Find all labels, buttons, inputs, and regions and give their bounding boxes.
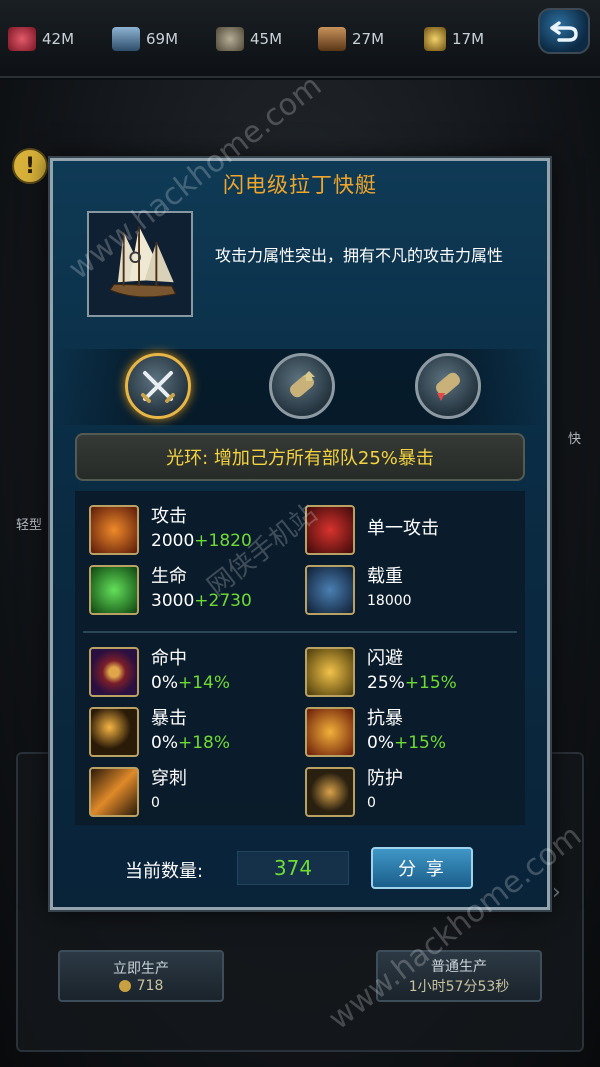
stat-load-base: 18000 <box>367 593 412 609</box>
stat-accuracy-name: 命中 <box>151 648 187 669</box>
attack-icon <box>89 505 139 555</box>
stat-critical-bonus: +18% <box>177 733 231 753</box>
stat-dodge-bonus: +15% <box>404 673 457 693</box>
stat-crit-resist-bonus: +15% <box>393 733 447 753</box>
stat-protection-name: 防护 <box>367 768 403 789</box>
single-attack-icon <box>305 505 355 555</box>
stat-load-name: 载重 <box>367 566 403 587</box>
stat-health: 生命 3000+2730 <box>89 565 252 615</box>
resource-wood-value: 27M <box>352 30 385 48</box>
stat-single-attack-name: 单一攻击 <box>367 518 439 539</box>
stat-single-attack: 单一攻击 <box>305 505 439 555</box>
count-label: 当前数量: <box>125 861 204 882</box>
resource-stone-value: 45M <box>250 30 283 48</box>
stat-critical-name: 暴击 <box>151 708 187 729</box>
ship-description: 攻击力属性突出，拥有不凡的攻击力属性 <box>215 246 504 265</box>
aura-banner: 光环: 增加己方所有部队25%暴击 <box>75 433 525 481</box>
scroll-up-icon <box>289 371 315 398</box>
stat-health-bonus: +2730 <box>194 591 252 611</box>
chevron-right-icon[interactable]: › <box>552 880 572 908</box>
stat-health-base: 3000 <box>151 591 195 611</box>
tab-downgrade[interactable] <box>415 353 481 419</box>
warning-icon[interactable]: ! <box>12 148 48 184</box>
crit-resist-icon <box>305 707 355 757</box>
resource-ruby: 42M <box>8 26 74 52</box>
tab-attributes[interactable] <box>125 353 191 419</box>
stat-pierce: 穿刺 0 <box>89 767 187 817</box>
normal-produce-button[interactable]: 普通生产 1小时57分53秒 <box>376 950 542 1002</box>
steel-icon <box>112 27 140 51</box>
instant-produce-label: 立即生产 <box>113 961 169 977</box>
coin-icon <box>118 980 131 992</box>
scroll-down-icon <box>435 372 461 401</box>
stat-accuracy-base: 0% <box>151 673 178 693</box>
gold-figure-icon <box>424 27 446 51</box>
stat-dodge: 闪避 25%+15% <box>305 647 457 697</box>
dodge-icon <box>305 647 355 697</box>
stat-accuracy-bonus: +14% <box>177 673 231 693</box>
stat-load: 载重 18000 <box>305 565 412 615</box>
stats-panel: 攻击 2000+1820 单一攻击 生命 3000+2730 载重 18000 <box>75 491 525 825</box>
resource-ruby-value: 42M <box>42 30 75 48</box>
ship-portrait <box>87 211 193 317</box>
stat-critical: 暴击 0%+18% <box>89 707 230 757</box>
stat-crit-resist-name: 抗暴 <box>367 708 403 729</box>
health-icon <box>89 565 139 615</box>
count-value: 374 <box>237 851 349 885</box>
accuracy-icon <box>89 647 139 697</box>
stat-pierce-name: 穿刺 <box>151 768 187 789</box>
bg-label-fast: 快 <box>568 432 582 447</box>
instant-produce-cost: 718 <box>136 978 164 994</box>
stat-attack-name: 攻击 <box>151 506 187 527</box>
instant-produce-button[interactable]: 立即生产 718 <box>58 950 224 1002</box>
tab-upgrade[interactable] <box>269 353 335 419</box>
stat-dodge-base: 25% <box>367 673 405 693</box>
resource-bar: 42M 69M 45M 27M 17M <box>0 0 600 78</box>
crossed-swords-icon <box>141 371 175 403</box>
pierce-icon <box>89 767 139 817</box>
protection-icon <box>305 767 355 817</box>
resource-gold-figure: 17M <box>424 26 484 52</box>
stat-crit-resist-base: 0% <box>367 733 394 753</box>
stat-attack: 攻击 2000+1820 <box>89 505 252 555</box>
tab-strip <box>53 349 547 425</box>
stat-health-name: 生命 <box>151 566 187 587</box>
load-icon <box>305 565 355 615</box>
stat-crit-resist: 抗暴 0%+15% <box>305 707 446 757</box>
stat-attack-bonus: +1820 <box>194 531 252 551</box>
return-arrow-icon <box>550 21 578 42</box>
ship-icon <box>109 226 177 298</box>
unit-count-row: 当前数量: 374 分 享 <box>53 847 547 889</box>
critical-icon <box>89 707 139 757</box>
normal-produce-time: 1小时57分53秒 <box>408 979 510 995</box>
back-button[interactable] <box>538 8 590 54</box>
resource-wood: 27M <box>318 26 384 52</box>
stat-attack-base: 2000 <box>151 531 195 551</box>
stats-divider <box>83 631 517 633</box>
share-button[interactable]: 分 享 <box>371 847 473 889</box>
unit-detail-dialog: 闪电级拉丁快艇 攻击力属性突出，拥有不凡的攻击力属性 光环: 增加己方所有部队2… <box>50 158 550 910</box>
stat-protection-base: 0 <box>367 795 376 811</box>
stat-protection: 防护 0 <box>305 767 403 817</box>
bg-label-light: 轻型 <box>16 518 43 533</box>
normal-produce-label: 普通生产 <box>431 959 487 975</box>
resource-stone: 45M <box>216 26 282 52</box>
stat-dodge-name: 闪避 <box>367 648 403 669</box>
stat-accuracy: 命中 0%+14% <box>89 647 230 697</box>
resource-steel-value: 69M <box>146 30 179 48</box>
stat-critical-base: 0% <box>151 733 178 753</box>
ruby-icon <box>8 27 36 51</box>
wood-icon <box>318 27 346 51</box>
dialog-title: 闪电级拉丁快艇 <box>223 173 377 197</box>
resource-gold-figure-value: 17M <box>452 30 485 48</box>
stone-icon <box>216 27 244 51</box>
resource-steel: 69M <box>112 26 178 52</box>
stat-pierce-base: 0 <box>151 795 160 811</box>
